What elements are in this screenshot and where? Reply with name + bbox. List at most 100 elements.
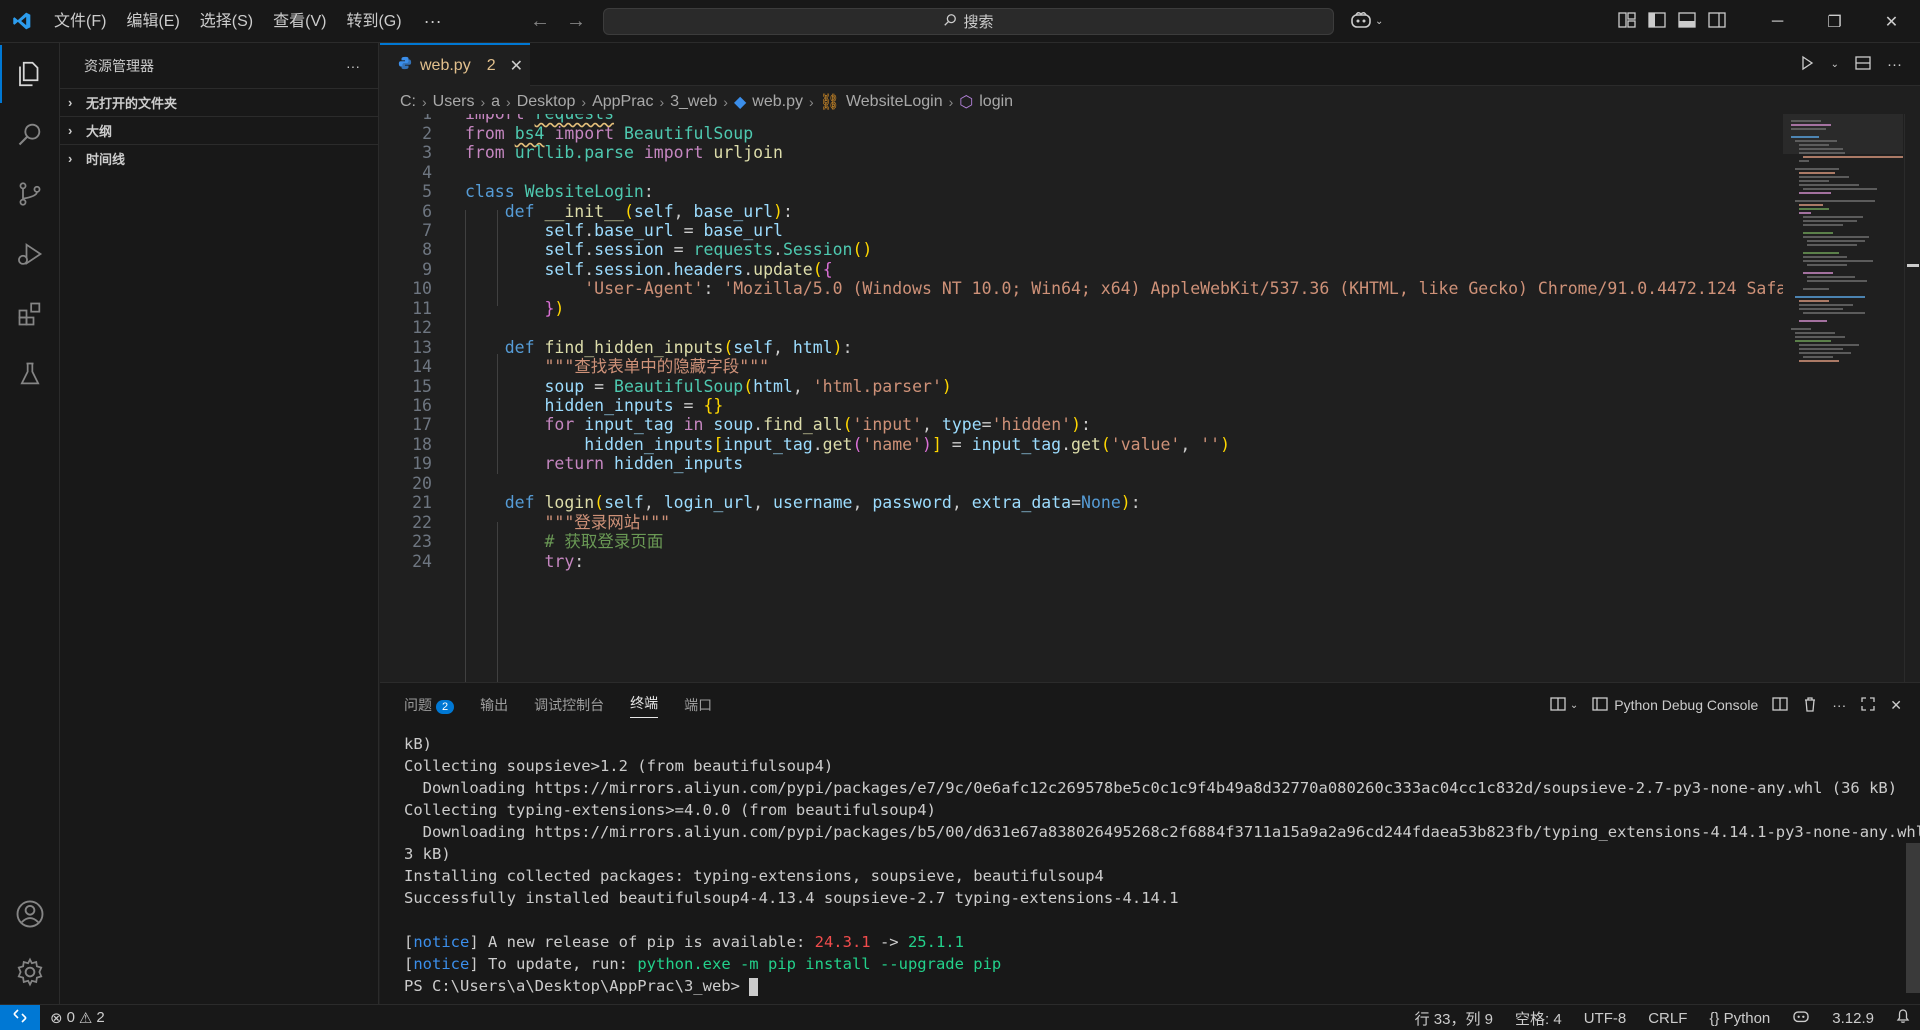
menu-more-button[interactable]: ··· [412, 11, 454, 32]
search-label: 搜索 [963, 14, 994, 31]
sidebar-more-button[interactable]: ··· [346, 58, 360, 74]
minimize-icon[interactable]: ─ [1749, 0, 1806, 43]
remote-indicator[interactable] [0, 1004, 40, 1030]
section-outline[interactable]: › 大纲 [60, 116, 378, 144]
tab-ports[interactable]: 端口 [684, 695, 712, 715]
terminal-line: [notice] A new release of pip is availab… [404, 933, 964, 951]
tab-problem-count: 2 [486, 56, 496, 74]
copilot-button[interactable]: ⌄ [1350, 8, 1383, 35]
maximize-panel-icon[interactable] [1860, 696, 1876, 715]
breadcrumb-item[interactable]: WebsiteLogin [846, 93, 943, 111]
gear-icon[interactable] [0, 943, 60, 1001]
language-mode[interactable]: {} Python [1709, 1010, 1770, 1027]
menu-edit[interactable]: 编辑(E) [116, 0, 189, 43]
chevron-down-icon: ⌄ [1375, 16, 1384, 27]
run-debug-icon[interactable] [0, 225, 60, 283]
end-of-line[interactable]: CRLF [1648, 1010, 1687, 1027]
vscode-logo-icon [0, 0, 44, 43]
section-timeline[interactable]: › 时间线 [60, 144, 378, 172]
menu-view[interactable]: 查看(V) [263, 0, 336, 43]
tab-output[interactable]: 输出 [480, 695, 508, 715]
breadcrumb-item[interactable]: Desktop [517, 93, 576, 111]
breadcrumb-item[interactable]: 3_web [670, 93, 717, 111]
run-python-file-icon[interactable] [1799, 55, 1815, 75]
breadcrumb-item[interactable]: a [491, 93, 500, 111]
sidebar-header: 资源管理器 ··· [60, 43, 378, 88]
terminal-line: Installing collected packages: typing-ex… [404, 867, 1104, 885]
breadcrumb-item[interactable]: C: [400, 93, 416, 111]
window-controls: ─ ❐ ✕ [1749, 0, 1920, 43]
menu-go[interactable]: 转到(G) [336, 0, 411, 43]
indentation[interactable]: 空格: 4 [1515, 1008, 1562, 1029]
new-terminal-split-icon[interactable] [1550, 696, 1566, 715]
python-file-icon [398, 56, 412, 75]
copilot-status-icon[interactable] [1792, 1009, 1810, 1027]
navigation-arrows: ← → [530, 0, 586, 43]
split-editor-icon[interactable] [1855, 55, 1871, 75]
breadcrumb-item[interactable]: web.py [752, 93, 803, 111]
cursor-position[interactable]: 行 33，列 9 [1415, 1008, 1493, 1029]
terminal-output[interactable]: kB) Collecting soupsieve>1.2 (from beaut… [404, 733, 1920, 997]
terminal-icon [1592, 696, 1608, 715]
explorer-sidebar: 资源管理器 ··· › 无打开的文件夹 › 大纲 › 时间线 [60, 43, 379, 1004]
terminal-line: 3 kB) [404, 845, 451, 863]
breadcrumb-separator: › [506, 94, 511, 110]
more-actions-icon[interactable]: ··· [1887, 56, 1902, 73]
breadcrumb-item[interactable]: AppPrac [592, 93, 653, 111]
back-arrow-icon[interactable]: ← [530, 10, 550, 33]
breadcrumb-separator: › [422, 94, 427, 110]
chevron-down-icon[interactable]: ⌄ [1831, 59, 1839, 70]
chevron-right-icon: › [68, 95, 73, 110]
search-icon [943, 13, 957, 31]
notifications-bell-icon[interactable] [1896, 1008, 1910, 1028]
section-label: 时间线 [86, 152, 126, 167]
python-version[interactable]: 3.12.9 [1832, 1010, 1874, 1027]
extensions-icon[interactable] [0, 285, 60, 343]
account-icon[interactable] [0, 885, 60, 943]
class-symbol-icon: ⛓ [819, 94, 840, 111]
panel-actions: ⌄ Python Debug Console ··· ✕ [1550, 683, 1902, 727]
method-symbol-icon: ⬡ [959, 94, 974, 111]
command-center-search[interactable]: 搜索 [603, 8, 1334, 35]
tab-debug-console[interactable]: 调试控制台 [534, 695, 604, 715]
minimap[interactable] [1783, 114, 1913, 682]
encoding[interactable]: UTF-8 [1584, 1010, 1627, 1027]
terminal-prompt: PS C:\Users\a\Desktop\AppPrac\3_web> [404, 975, 1884, 997]
split-terminal-icon[interactable] [1772, 696, 1788, 715]
customize-layout-icon[interactable] [1618, 11, 1636, 32]
menu-file[interactable]: 文件(F) [44, 0, 116, 43]
code-editor[interactable]: 1import requests 2from bs4 import Beauti… [380, 114, 1783, 682]
toggle-primary-sidebar-icon[interactable] [1648, 11, 1666, 32]
toggle-panel-icon[interactable] [1678, 11, 1696, 32]
close-window-icon[interactable]: ✕ [1863, 0, 1920, 43]
restore-icon[interactable]: ❐ [1806, 0, 1863, 43]
status-bar: ⊗ 0 ⚠ 2 行 33，列 9 空格: 4 UTF-8 CRLF {} Pyt… [0, 1004, 1920, 1030]
menu-selection[interactable]: 选择(S) [190, 0, 263, 43]
forward-arrow-icon[interactable]: → [566, 10, 586, 33]
breadcrumb-item[interactable]: Users [433, 93, 475, 111]
terminal-scrollbar[interactable] [1906, 843, 1920, 993]
editor-vertical-scrollbar[interactable] [1904, 114, 1920, 682]
close-tab-icon[interactable]: ✕ [510, 56, 523, 76]
testing-icon[interactable] [0, 345, 60, 403]
tab-web-py[interactable]: web.py 2 ✕ [380, 43, 530, 86]
sidebar-title: 资源管理器 [84, 57, 154, 74]
terminal-instance[interactable]: Python Debug Console [1592, 696, 1758, 715]
section-open-editors[interactable]: › 无打开的文件夹 [60, 88, 378, 116]
chevron-down-icon[interactable]: ⌄ [1570, 700, 1578, 711]
tab-terminal[interactable]: 终端 [630, 693, 659, 718]
more-actions-icon[interactable]: ··· [1832, 697, 1846, 713]
breadcrumb-separator: › [723, 94, 728, 110]
search-icon[interactable] [0, 105, 60, 163]
breadcrumb-item[interactable]: login [979, 93, 1013, 111]
close-panel-icon[interactable]: ✕ [1890, 697, 1902, 714]
tab-problems[interactable]: 问题 2 [404, 695, 455, 715]
code-line: 24 try: [412, 552, 585, 571]
explorer-icon[interactable] [0, 45, 60, 103]
problems-status[interactable]: ⊗ 0 ⚠ 2 [40, 1009, 105, 1027]
toggle-secondary-sidebar-icon[interactable] [1708, 11, 1726, 32]
python-file-icon: ◆ [733, 94, 747, 111]
source-control-icon[interactable] [0, 165, 60, 223]
trash-icon[interactable] [1802, 696, 1818, 715]
terminal-line: Downloading https://mirrors.aliyun.com/p… [404, 823, 1920, 841]
